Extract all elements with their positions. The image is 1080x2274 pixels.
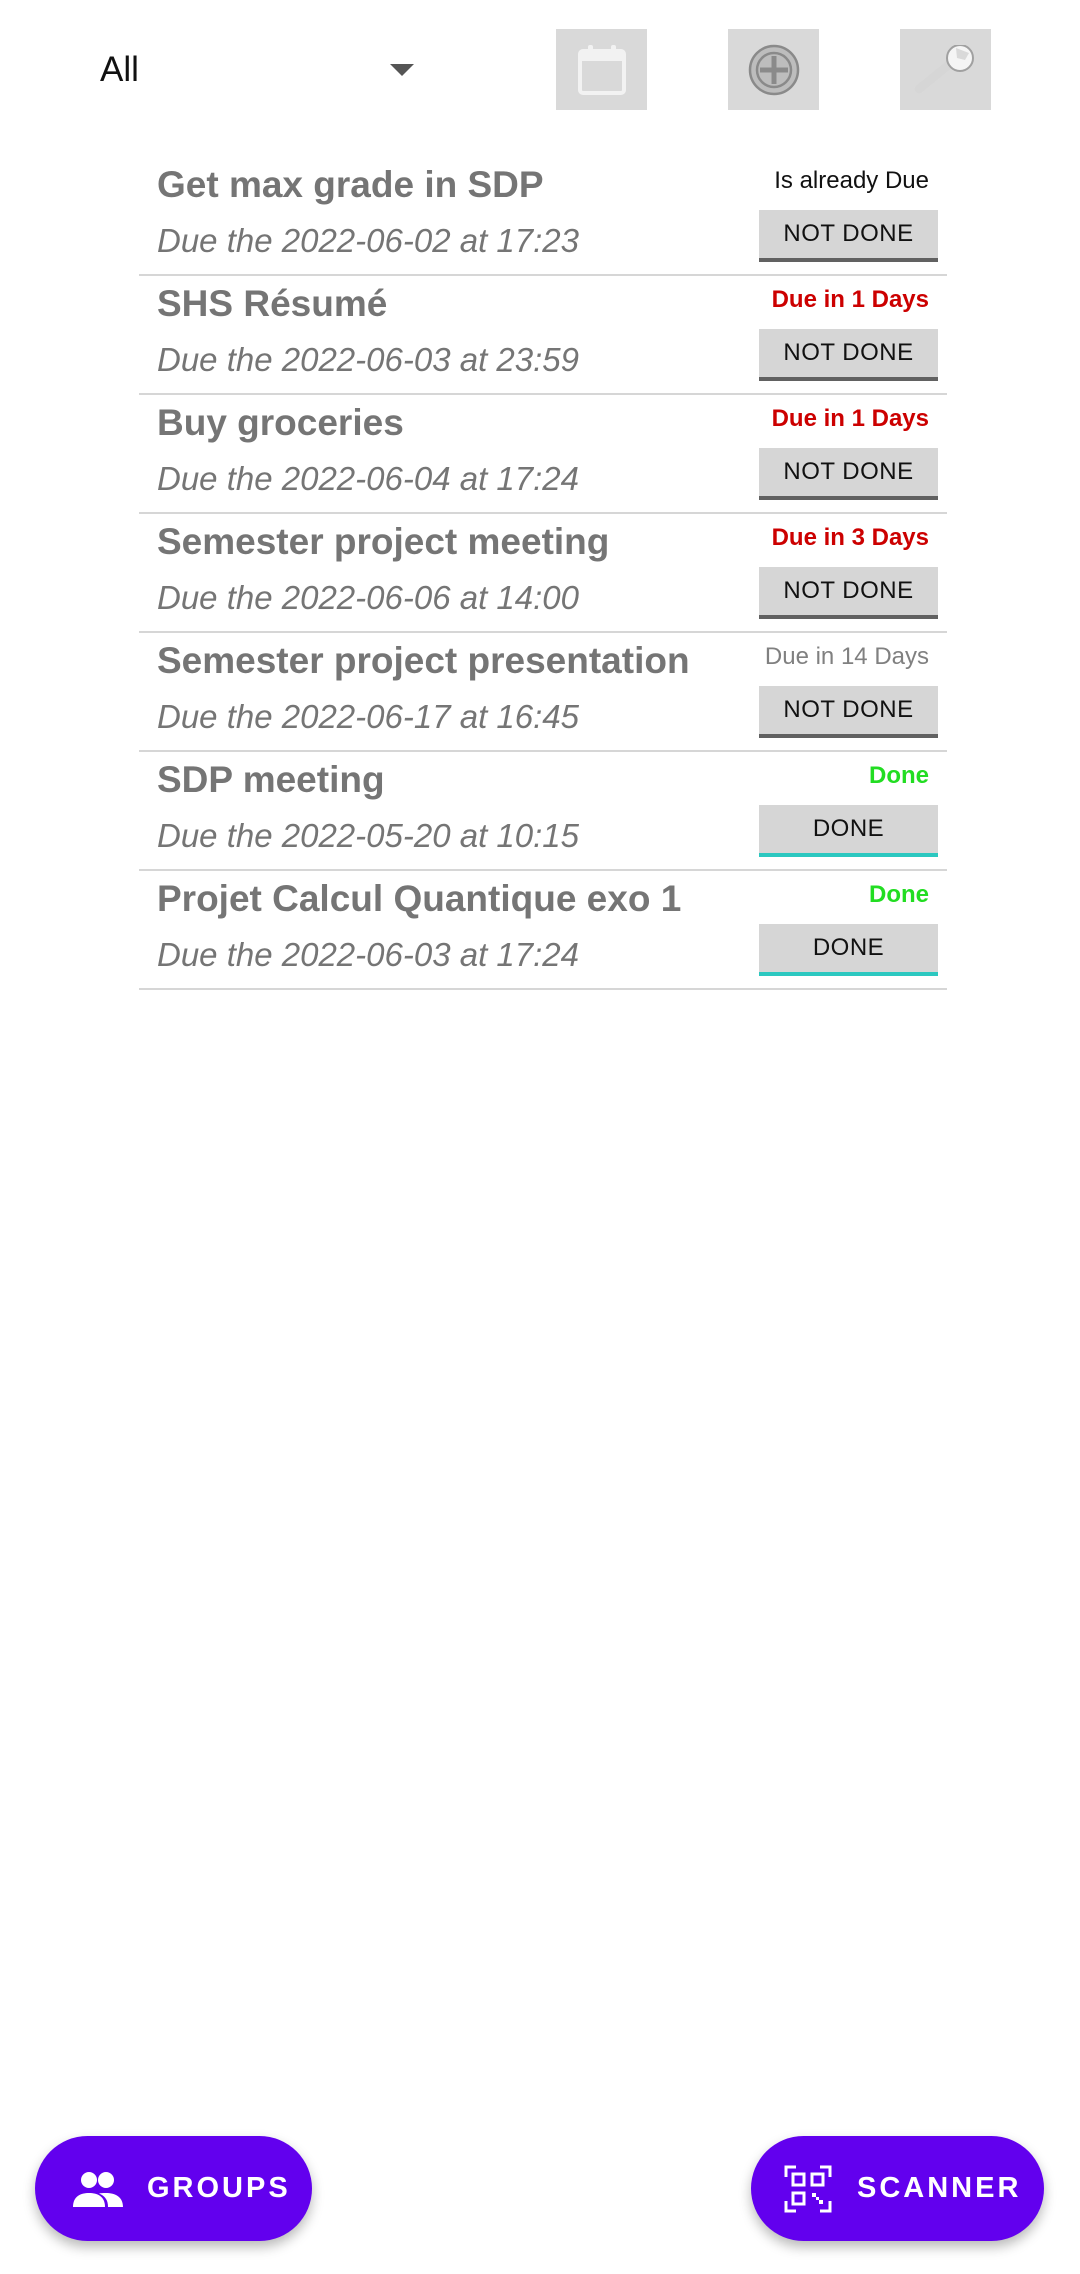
task-title: SHS Résumé	[157, 283, 388, 324]
task-row[interactable]: Buy groceries Due the 2022-06-04 at 17:2…	[139, 395, 947, 514]
task-due-date: Due the 2022-06-17 at 16:45	[157, 698, 579, 735]
filter-dropdown[interactable]: All	[100, 40, 430, 100]
task-title: Get max grade in SDP	[157, 164, 544, 205]
task-status-label: Due in 3 Days	[771, 524, 929, 551]
task-due-date: Due the 2022-06-04 at 17:24	[157, 460, 579, 497]
settings-button[interactable]	[900, 29, 991, 110]
people-icon	[71, 2162, 125, 2216]
task-title: Buy groceries	[157, 402, 404, 443]
top-toolbar: All	[0, 0, 1080, 140]
task-status-label: Due in 14 Days	[764, 643, 929, 670]
task-status-label: Is already Due	[774, 167, 929, 194]
add-circle-icon	[747, 43, 801, 97]
task-title: Semester project presentation	[157, 640, 690, 681]
task-done-toggle-button[interactable]: NOT DONE	[759, 210, 938, 262]
task-row[interactable]: Semester project presentation Due the 20…	[139, 633, 947, 752]
task-row[interactable]: Projet Calcul Quantique exo 1 Due the 20…	[139, 871, 947, 990]
task-due-date: Due the 2022-05-20 at 10:15	[157, 817, 579, 854]
task-done-toggle-button[interactable]: NOT DONE	[759, 448, 938, 500]
task-done-toggle-button[interactable]: NOT DONE	[759, 567, 938, 619]
task-due-date: Due the 2022-06-06 at 14:00	[157, 579, 579, 616]
task-status-label: Due in 1 Days	[771, 286, 929, 313]
calendar-button[interactable]	[556, 29, 647, 110]
task-due-date: Due the 2022-06-02 at 17:23	[157, 222, 579, 259]
scanner-button-label: SCANNER	[857, 2172, 1022, 2204]
task-done-toggle-button[interactable]: DONE	[759, 805, 938, 857]
task-status-label: Due in 1 Days	[771, 405, 929, 432]
task-title: SDP meeting	[157, 759, 385, 800]
task-status-label: Done	[869, 762, 929, 789]
task-row[interactable]: SDP meeting Due the 2022-05-20 at 10:15 …	[139, 752, 947, 871]
task-done-toggle-button[interactable]: NOT DONE	[759, 686, 938, 738]
task-row[interactable]: SHS Résumé Due the 2022-06-03 at 23:59 D…	[139, 276, 947, 395]
task-done-toggle-button[interactable]: NOT DONE	[759, 329, 938, 381]
task-list: Get max grade in SDP Due the 2022-06-02 …	[139, 157, 947, 990]
task-due-date: Due the 2022-06-03 at 17:24	[157, 936, 579, 973]
wrench-icon	[913, 44, 979, 95]
filter-selected-value: All	[100, 50, 139, 89]
groups-button-label: GROUPS	[147, 2172, 291, 2204]
task-title: Semester project meeting	[157, 521, 610, 562]
task-row[interactable]: Semester project meeting Due the 2022-06…	[139, 514, 947, 633]
task-title: Projet Calcul Quantique exo 1	[157, 878, 682, 919]
scanner-button[interactable]: SCANNER	[751, 2136, 1044, 2241]
chevron-down-icon	[390, 64, 414, 76]
task-status-label: Done	[869, 881, 929, 908]
task-row[interactable]: Get max grade in SDP Due the 2022-06-02 …	[139, 157, 947, 276]
calendar-icon	[577, 44, 627, 96]
add-task-button[interactable]	[728, 29, 819, 110]
qr-code-icon	[781, 2162, 835, 2216]
groups-button[interactable]: GROUPS	[35, 2136, 312, 2241]
task-done-toggle-button[interactable]: DONE	[759, 924, 938, 976]
task-due-date: Due the 2022-06-03 at 23:59	[157, 341, 579, 378]
